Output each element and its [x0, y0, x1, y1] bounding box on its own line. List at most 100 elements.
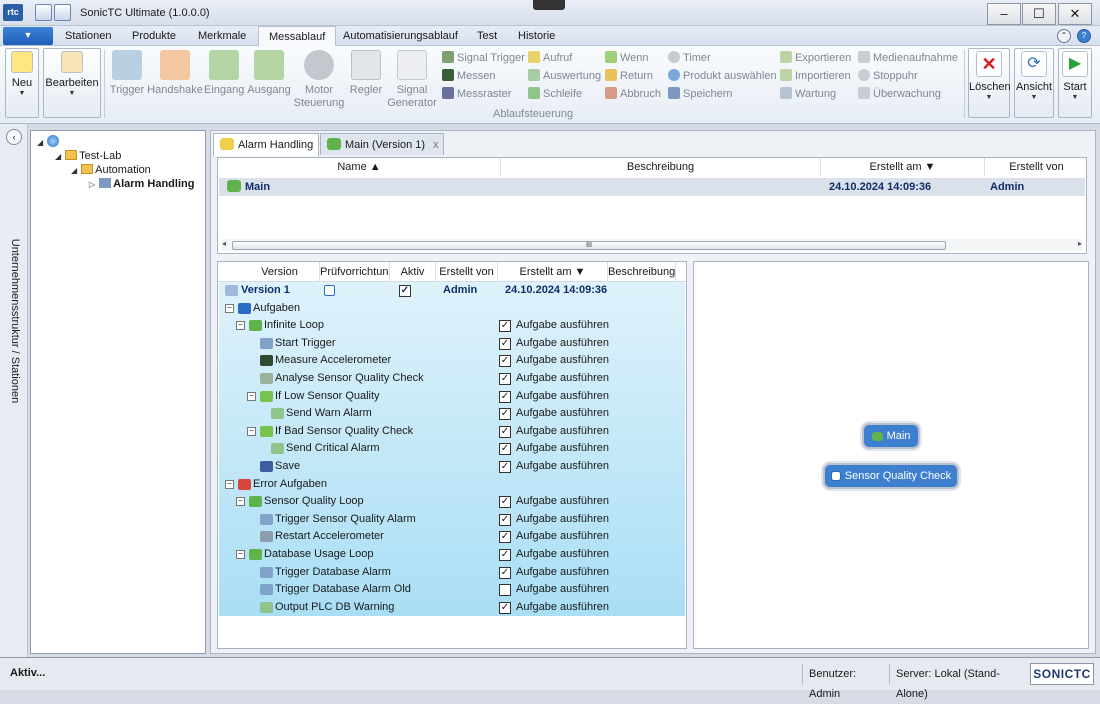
collapse-node-icon[interactable]: − — [247, 426, 256, 436]
maximize-button[interactable]: ☐ — [1022, 3, 1056, 25]
task-row[interactable]: Measure Accelerometer ✓ Aufgabe ausführen — [219, 352, 685, 370]
run-task-checkbox[interactable]: ✓ — [499, 496, 511, 509]
task-row[interactable]: Restart Accelerometer ✓ Aufgabe ausführen — [219, 528, 685, 546]
run-task-checkbox[interactable]: ✓ — [499, 443, 511, 456]
column-header-erstellt-am[interactable]: Erstellt am ▼ — [498, 262, 608, 282]
wenn-button[interactable]: Wenn — [605, 49, 669, 67]
quick-access-layout-icon[interactable] — [35, 4, 52, 21]
collapse-sidebar-button[interactable]: ‹ — [6, 129, 22, 145]
table-row[interactable]: Main 24.10.2024 14:09:36 Admin — [219, 178, 1085, 196]
task-row[interactable]: − Database Usage Loop ✓ Aufgabe ausführen — [219, 546, 685, 564]
exportieren-button[interactable]: Exportieren — [780, 49, 854, 67]
messraster-button[interactable]: Messraster — [442, 85, 526, 103]
wartung-button[interactable]: Wartung — [780, 85, 854, 103]
start-button[interactable]: ▶ Start ▼ — [1058, 48, 1092, 118]
help-icon[interactable]: ? — [1077, 29, 1091, 43]
run-task-checkbox[interactable]: ✓ — [499, 601, 511, 614]
scrollbar-thumb[interactable]: III — [232, 241, 946, 250]
tab-historie[interactable]: Historie — [508, 26, 565, 46]
quick-access-window-icon[interactable] — [54, 4, 71, 21]
trigger-button[interactable]: Trigger — [108, 48, 146, 118]
sidebar-vertical-label[interactable]: Unternehmensstruktur / Stationen — [7, 228, 21, 414]
abbruch-button[interactable]: Abbruch — [605, 85, 669, 103]
run-task-checkbox[interactable]: ✓ — [499, 408, 511, 421]
task-row[interactable]: Save ✓ Aufgabe ausführen — [219, 458, 685, 476]
tree-item-automation[interactable]: ◢ Automation — [71, 163, 151, 177]
regler-button[interactable]: Regler — [347, 48, 385, 118]
fixture-icon[interactable] — [324, 285, 335, 296]
tab-stationen[interactable]: Stationen — [55, 26, 121, 46]
messen-button[interactable]: Messen — [442, 67, 526, 85]
column-header-pruefvorrichtung[interactable]: Prüfvorrichtung — [320, 262, 390, 282]
aufruf-button[interactable]: Aufruf — [528, 49, 604, 67]
collapse-node-icon[interactable]: − — [225, 303, 234, 313]
run-task-checkbox[interactable]: ✓ — [499, 461, 511, 473]
signal-trigger-button[interactable]: Signal Trigger — [442, 49, 526, 67]
diagram-node-sensor-quality-check[interactable]: Sensor Quality Check — [823, 463, 959, 489]
collapse-ribbon-icon[interactable]: ⌃ — [1057, 29, 1071, 43]
auswertung-button[interactable]: Auswertung — [528, 67, 604, 85]
task-row[interactable]: Output PLC DB Warning ✓ Aufgabe ausführen — [219, 599, 685, 617]
collapse-node-icon[interactable]: − — [236, 497, 245, 507]
tab-automatisierungsablauf[interactable]: Automatisierungsablauf — [333, 26, 468, 46]
aktiv-checkbox[interactable]: ✓ — [399, 285, 411, 297]
version-row[interactable]: Version 1 ✓ Admin 24.10.2024 14:09:36 — [219, 282, 685, 300]
drag-handle[interactable] — [533, 0, 565, 10]
stoppuhr-button[interactable]: Stoppuhr — [858, 67, 960, 85]
timer-button[interactable]: Timer — [668, 49, 776, 67]
column-header-erstellt-von[interactable]: Erstellt von — [985, 158, 1088, 176]
run-task-checkbox[interactable]: ✓ — [499, 337, 511, 350]
signal-generator-button[interactable]: Signal Generator — [386, 48, 438, 118]
motor-steuerung-button[interactable]: Motor Steuerung — [293, 48, 345, 118]
scroll-right-icon[interactable]: ▸ — [1078, 239, 1082, 248]
tree-expand-icon[interactable]: ◢ — [71, 166, 77, 175]
handshake-button[interactable]: Handshake — [147, 48, 203, 118]
run-task-checkbox[interactable] — [499, 584, 511, 597]
minimize-button[interactable]: – — [987, 3, 1021, 25]
collapse-node-icon[interactable]: − — [236, 321, 245, 331]
run-task-checkbox[interactable]: ✓ — [499, 355, 511, 368]
task-row[interactable]: Send Critical Alarm ✓ Aufgabe ausführen — [219, 440, 685, 458]
tab-merkmale[interactable]: Merkmale — [188, 26, 256, 46]
column-header-version[interactable]: Version — [240, 262, 320, 282]
app-menu-button[interactable]: ▼ — [3, 27, 53, 45]
task-row[interactable]: Send Warn Alarm ✓ Aufgabe ausführen — [219, 405, 685, 423]
run-task-checkbox[interactable]: ✓ — [499, 549, 511, 561]
medienaufnahme-button[interactable]: Medienaufnahme — [858, 49, 960, 67]
tab-messablauf[interactable]: Messablauf — [258, 26, 337, 47]
neu-button[interactable]: Neu ▼ — [5, 48, 39, 118]
task-row[interactable]: − Aufgaben — [219, 300, 685, 318]
run-task-checkbox[interactable]: ✓ — [499, 390, 511, 403]
column-header-beschreibung[interactable]: Beschreibung — [501, 158, 821, 176]
bearbeiten-button[interactable]: Bearbeiten ▼ — [43, 48, 101, 118]
task-row[interactable]: − Infinite Loop ✓ Aufgabe ausführen — [219, 317, 685, 335]
task-row[interactable]: − Sensor Quality Loop ✓ Aufgabe ausführen — [219, 493, 685, 511]
task-row[interactable]: Trigger Sensor Quality Alarm ✓ Aufgabe aus… — [219, 511, 685, 529]
tree-expand-icon[interactable]: ◢ — [55, 152, 61, 161]
tab-produkte[interactable]: Produkte — [122, 26, 186, 46]
tree-root[interactable]: ◢ — [37, 135, 60, 149]
run-task-checkbox[interactable]: ✓ — [499, 425, 511, 438]
eingang-button[interactable]: Eingang — [204, 48, 244, 118]
horizontal-scrollbar[interactable]: ◂ III ▸ — [222, 239, 1082, 251]
ausgang-button[interactable]: Ausgang — [246, 48, 292, 118]
collapse-node-icon[interactable]: − — [247, 391, 256, 401]
doc-tab-main-version-1[interactable]: Main (Version 1) x — [320, 133, 444, 155]
scroll-left-icon[interactable]: ◂ — [222, 239, 226, 248]
task-row[interactable]: Trigger Database Alarm Old Aufgabe ausfüh… — [219, 581, 685, 599]
column-header-name[interactable]: Name ▲ — [218, 158, 501, 176]
ansicht-button[interactable]: ⟳ Ansicht ▼ — [1014, 48, 1054, 118]
schleife-button[interactable]: Schleife — [528, 85, 604, 103]
run-task-checkbox[interactable]: ✓ — [499, 531, 511, 544]
task-row[interactable]: − Error Aufgaben — [219, 476, 685, 494]
run-task-checkbox[interactable]: ✓ — [499, 566, 511, 579]
task-row[interactable]: Trigger Database Alarm ✓ Aufgabe ausführen — [219, 564, 685, 582]
column-header-erstellt-am[interactable]: Erstellt am ▼ — [821, 158, 985, 176]
collapse-node-icon[interactable]: − — [236, 550, 245, 559]
return-button[interactable]: Return — [605, 67, 669, 85]
produkt-auswaehlen-button[interactable]: Produkt auswählen — [668, 67, 777, 85]
collapse-node-icon[interactable]: − — [225, 479, 234, 489]
close-button[interactable]: ✕ — [1058, 3, 1092, 25]
tree-item-alarm-handling[interactable]: ▷ Alarm Handling — [89, 177, 194, 191]
column-header-aktiv[interactable]: Aktiv — [390, 262, 436, 282]
